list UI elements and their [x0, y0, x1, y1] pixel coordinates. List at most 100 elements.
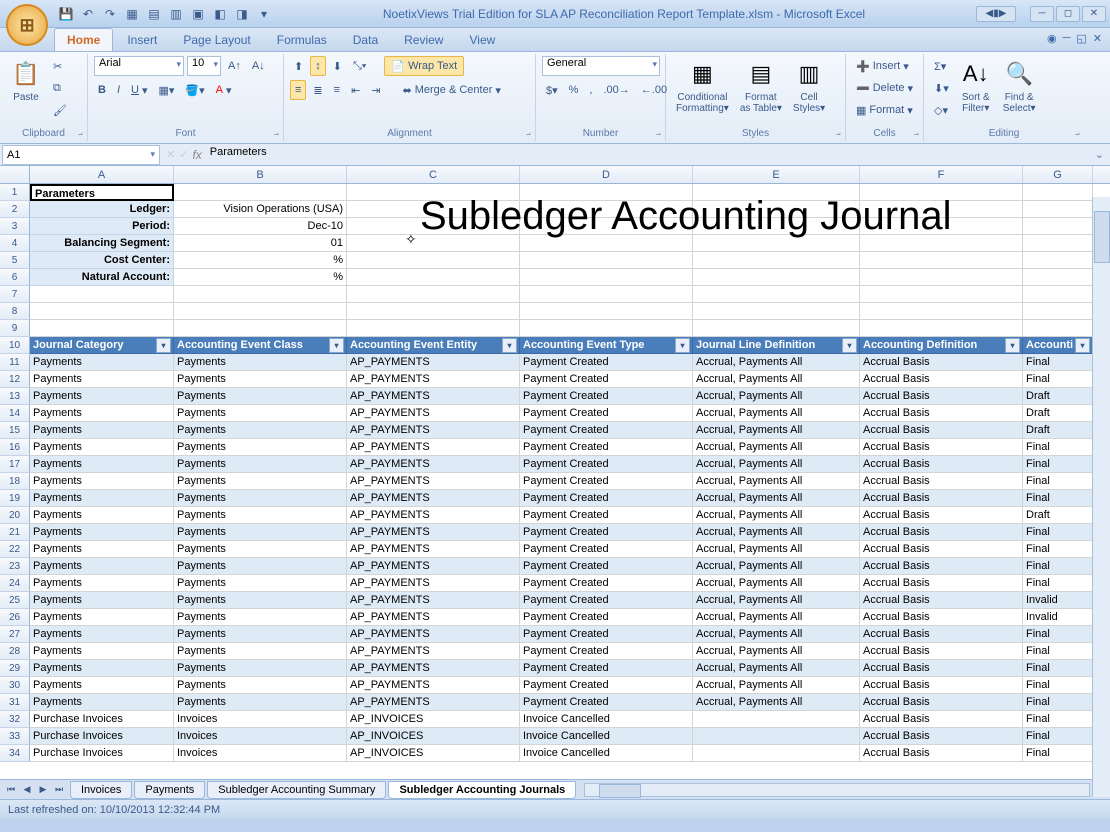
- tab-page-layout[interactable]: Page Layout: [171, 29, 262, 51]
- table-cell[interactable]: Final: [1023, 694, 1093, 711]
- format-as-table-button[interactable]: ▤Formatas Table▾: [736, 56, 786, 116]
- qat-icon[interactable]: ▦: [124, 6, 140, 22]
- table-cell[interactable]: Accrual, Payments All: [693, 694, 860, 711]
- underline-button[interactable]: U▾: [127, 80, 151, 100]
- font-color-button[interactable]: A▾: [212, 80, 236, 100]
- table-cell[interactable]: AP_PAYMENTS: [347, 643, 520, 660]
- table-cell[interactable]: Invoices: [174, 711, 347, 728]
- table-cell[interactable]: Payments: [174, 388, 347, 405]
- delete-cells-button[interactable]: ➖ Delete▾: [852, 78, 917, 98]
- param-label[interactable]: Balancing Segment:: [30, 235, 174, 252]
- tab-formulas[interactable]: Formulas: [265, 29, 339, 51]
- cell[interactable]: [1023, 201, 1093, 218]
- table-cell[interactable]: Accrual Basis: [860, 507, 1023, 524]
- cell[interactable]: [347, 252, 520, 269]
- table-cell[interactable]: Accrual Basis: [860, 728, 1023, 745]
- table-cell[interactable]: Payments: [174, 371, 347, 388]
- param-label[interactable]: Cost Center:: [30, 252, 174, 269]
- cell[interactable]: [860, 286, 1023, 303]
- qat-icon[interactable]: ▤: [146, 6, 162, 22]
- table-cell[interactable]: Accrual, Payments All: [693, 354, 860, 371]
- orientation-button[interactable]: ⤡▾: [349, 56, 370, 76]
- table-cell[interactable]: Payment Created: [520, 609, 693, 626]
- param-value[interactable]: %: [174, 252, 347, 269]
- table-cell[interactable]: AP_PAYMENTS: [347, 388, 520, 405]
- increase-decimal-button[interactable]: .00→: [599, 80, 633, 100]
- table-cell[interactable]: Payments: [30, 456, 174, 473]
- row-header[interactable]: 5: [0, 252, 30, 269]
- table-cell[interactable]: Payments: [30, 558, 174, 575]
- table-cell[interactable]: Payments: [174, 405, 347, 422]
- table-cell[interactable]: [693, 745, 860, 762]
- table-cell[interactable]: Accrual Basis: [860, 456, 1023, 473]
- table-cell[interactable]: Accrual Basis: [860, 575, 1023, 592]
- row-header[interactable]: 32: [0, 711, 30, 728]
- table-cell[interactable]: Accrual Basis: [860, 626, 1023, 643]
- cell[interactable]: [693, 320, 860, 337]
- table-cell[interactable]: Payment Created: [520, 422, 693, 439]
- paste-button[interactable]: 📋 Paste: [6, 56, 46, 105]
- macro-view-icon[interactable]: ◀▮▶: [976, 6, 1016, 22]
- table-cell[interactable]: Payment Created: [520, 643, 693, 660]
- redo-icon[interactable]: ↷: [102, 6, 118, 22]
- fx-icon[interactable]: fx: [192, 148, 201, 162]
- qat-icon[interactable]: ◧: [212, 6, 228, 22]
- table-cell[interactable]: Payments: [30, 524, 174, 541]
- table-cell[interactable]: AP_PAYMENTS: [347, 609, 520, 626]
- align-middle-button[interactable]: ↕: [310, 56, 326, 76]
- table-cell[interactable]: Payment Created: [520, 694, 693, 711]
- qat-icon[interactable]: ▣: [190, 6, 206, 22]
- percent-button[interactable]: %: [565, 80, 583, 100]
- table-cell[interactable]: Accrual Basis: [860, 473, 1023, 490]
- cell[interactable]: [693, 269, 860, 286]
- column-header[interactable]: C: [347, 166, 520, 183]
- cell[interactable]: [1023, 320, 1093, 337]
- qat-dropdown-icon[interactable]: ▾: [256, 6, 272, 22]
- cell[interactable]: [693, 286, 860, 303]
- row-header[interactable]: 23: [0, 558, 30, 575]
- autosum-button[interactable]: Σ▾: [930, 56, 953, 76]
- table-cell[interactable]: Final: [1023, 643, 1093, 660]
- fill-button[interactable]: ⬇▾: [930, 78, 953, 98]
- table-cell[interactable]: AP_PAYMENTS: [347, 677, 520, 694]
- table-cell[interactable]: Payments: [30, 626, 174, 643]
- row-header[interactable]: 1: [0, 184, 30, 201]
- table-cell[interactable]: Payments: [30, 490, 174, 507]
- table-cell[interactable]: Final: [1023, 439, 1093, 456]
- table-cell[interactable]: Final: [1023, 660, 1093, 677]
- table-cell[interactable]: Payment Created: [520, 388, 693, 405]
- table-cell[interactable]: AP_PAYMENTS: [347, 694, 520, 711]
- table-cell[interactable]: Payments: [30, 405, 174, 422]
- table-cell[interactable]: Payment Created: [520, 558, 693, 575]
- table-cell[interactable]: Payments: [30, 575, 174, 592]
- table-cell[interactable]: Payments: [174, 439, 347, 456]
- table-cell[interactable]: Final: [1023, 541, 1093, 558]
- table-cell[interactable]: Accrual, Payments All: [693, 677, 860, 694]
- table-cell[interactable]: Payment Created: [520, 575, 693, 592]
- table-cell[interactable]: Draft: [1023, 422, 1093, 439]
- table-cell[interactable]: AP_PAYMENTS: [347, 490, 520, 507]
- row-header[interactable]: 6: [0, 269, 30, 286]
- cell[interactable]: [174, 286, 347, 303]
- table-cell[interactable]: AP_PAYMENTS: [347, 422, 520, 439]
- table-cell[interactable]: Payment Created: [520, 660, 693, 677]
- row-header[interactable]: 29: [0, 660, 30, 677]
- cell-styles-button[interactable]: ▥CellStyles▾: [789, 56, 829, 116]
- increase-indent-button[interactable]: ⇥: [367, 80, 384, 100]
- cut-button[interactable]: ✂: [49, 56, 71, 76]
- table-cell[interactable]: Payments: [174, 694, 347, 711]
- cell[interactable]: [347, 320, 520, 337]
- table-cell[interactable]: Accrual, Payments All: [693, 558, 860, 575]
- table-cell[interactable]: Accrual Basis: [860, 677, 1023, 694]
- table-cell[interactable]: Accrual Basis: [860, 405, 1023, 422]
- cell[interactable]: [347, 269, 520, 286]
- table-cell[interactable]: Payment Created: [520, 371, 693, 388]
- table-cell[interactable]: Final: [1023, 524, 1093, 541]
- table-cell[interactable]: Accrual, Payments All: [693, 422, 860, 439]
- align-top-button[interactable]: ⬆: [290, 56, 307, 76]
- table-cell[interactable]: Accrual, Payments All: [693, 456, 860, 473]
- table-cell[interactable]: Final: [1023, 728, 1093, 745]
- table-cell[interactable]: Payments: [30, 592, 174, 609]
- table-cell[interactable]: Draft: [1023, 507, 1093, 524]
- cell[interactable]: [347, 286, 520, 303]
